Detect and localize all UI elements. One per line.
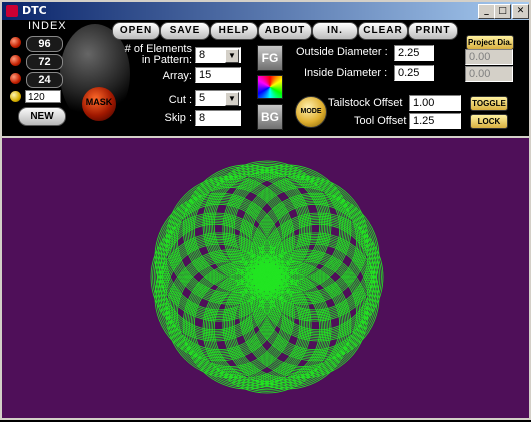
skip-label: Skip : <box>164 112 192 124</box>
open-button[interactable]: OPEN <box>112 22 160 40</box>
app-icon <box>6 5 18 17</box>
drawing-canvas[interactable] <box>2 138 529 418</box>
led-icon <box>10 73 21 84</box>
close-button[interactable]: ✕ <box>512 4 529 19</box>
project-dia-value-2: 0.00 <box>465 66 513 82</box>
clear-button[interactable]: CLEAR <box>358 22 408 40</box>
project-dia-button[interactable]: Project Dia. <box>466 35 514 50</box>
array-input[interactable]: 15 <box>195 67 241 83</box>
mask-label: MASK <box>85 97 113 107</box>
cut-dropdown[interactable]: 5 ▼ <box>195 90 241 106</box>
elements-label: # of Elements in Pattern: <box>120 44 192 66</box>
index-title: INDEX <box>28 20 67 32</box>
lock-button[interactable]: LOCK <box>470 114 508 129</box>
mask-button[interactable]: MASK <box>82 87 116 121</box>
minimize-button[interactable]: _ <box>478 4 495 19</box>
outside-diameter-label: Outside Diameter : <box>296 46 388 58</box>
project-dia-value-1: 0.00 <box>465 49 513 65</box>
window-title: DTC <box>22 4 47 17</box>
index-custom-input[interactable]: 120 <box>25 90 61 103</box>
inside-diameter-label: Inside Diameter : <box>304 67 388 79</box>
tailstock-offset-label: Tailstock Offset <box>328 97 403 109</box>
cut-label: Cut : <box>168 94 192 106</box>
print-button[interactable]: PRINT <box>408 22 458 40</box>
app-window: DTC _ □ ✕ INDEX 96 72 24 120 NEW MASK OP… <box>0 0 531 420</box>
fg-color-button[interactable]: FG <box>257 45 283 71</box>
cut-value: 5 <box>199 92 206 104</box>
elements-value: 8 <box>199 49 206 61</box>
elements-dropdown[interactable]: 8 ▼ <box>195 47 241 63</box>
control-panel: INDEX 96 72 24 120 NEW MASK OPEN SAVE HE… <box>2 20 529 136</box>
units-button[interactable]: IN. <box>312 22 358 40</box>
led-icon <box>10 91 21 102</box>
skip-input[interactable]: 8 <box>195 110 241 126</box>
index-value: 72 <box>26 54 63 70</box>
about-button[interactable]: ABOUT <box>258 22 312 40</box>
led-icon <box>10 55 21 66</box>
outside-diameter-input[interactable]: 2.25 <box>394 45 434 61</box>
bg-color-button[interactable]: BG <box>257 104 283 130</box>
tailstock-offset-input[interactable]: 1.00 <box>409 95 461 111</box>
help-button[interactable]: HELP <box>210 22 258 40</box>
index-value: 24 <box>26 72 63 88</box>
index-value: 96 <box>26 36 63 52</box>
mode-button[interactable]: MODE <box>295 96 327 128</box>
save-button[interactable]: SAVE <box>160 22 210 40</box>
tool-offset-input[interactable]: 1.25 <box>409 113 461 129</box>
spirograph-pattern <box>150 160 384 394</box>
maximize-button[interactable]: □ <box>494 4 511 19</box>
tool-offset-label: Tool Offset <box>354 115 407 127</box>
inside-diameter-input[interactable]: 0.25 <box>394 65 434 81</box>
chevron-down-icon[interactable]: ▼ <box>225 49 239 63</box>
new-button[interactable]: NEW <box>18 107 66 126</box>
chevron-down-icon[interactable]: ▼ <box>225 92 239 106</box>
elements-label-line2: in Pattern: <box>141 54 192 66</box>
led-icon <box>10 37 21 48</box>
color-palette-icon[interactable] <box>257 75 283 99</box>
array-label: Array: <box>162 70 192 82</box>
toggle-button[interactable]: TOGGLE <box>470 96 508 111</box>
title-bar: DTC _ □ ✕ <box>2 2 529 20</box>
